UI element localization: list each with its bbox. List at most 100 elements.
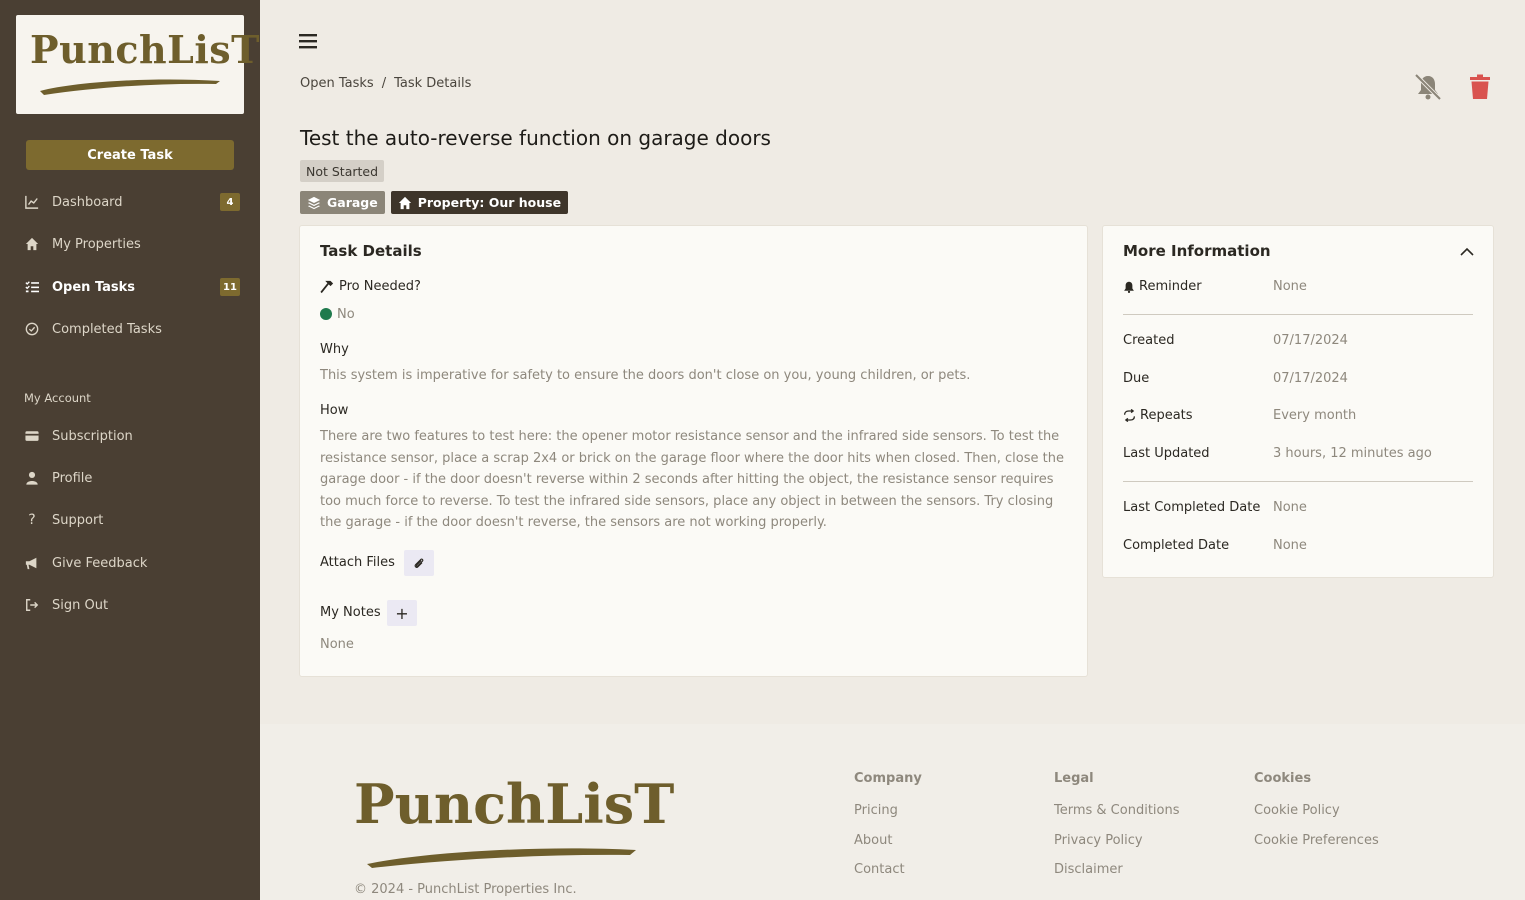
task-actions [1413, 72, 1495, 102]
circle-check-icon [24, 321, 40, 337]
home-icon [24, 236, 40, 252]
footer-column-legal: Legal Terms & Conditions Privacy Policy … [1054, 771, 1180, 892]
sign-out-icon [24, 597, 40, 613]
more-information-card: More Information Reminder None Created 0… [1103, 226, 1493, 577]
sidebar-item-label: Support [52, 512, 104, 528]
property-tag-label: Property: Our house [417, 195, 562, 210]
sidebar-item-open-tasks[interactable]: Open Tasks 11 [24, 275, 244, 299]
divider [1123, 481, 1473, 482]
sidebar-item-label: Give Feedback [52, 555, 148, 571]
card-title: More Information [1123, 242, 1271, 260]
task-tags: Garage Property: Our house [300, 191, 569, 214]
sidebar-item-my-properties[interactable]: My Properties [24, 232, 244, 256]
footer-heading: Legal [1054, 771, 1094, 786]
copyright: © 2024 - PunchList Properties Inc. [354, 882, 577, 897]
count-badge: 4 [220, 193, 240, 211]
bell-slash-icon[interactable] [1413, 72, 1443, 102]
sidebar-item-support[interactable]: ? Support [24, 508, 244, 532]
add-note-button[interactable]: + [387, 600, 417, 626]
page-title: Test the auto-reverse function on garage… [300, 126, 771, 150]
breadcrumb-separator: / [381, 76, 387, 91]
pro-needed-label: Pro Needed? [320, 279, 421, 294]
my-notes-label: My Notes [320, 605, 381, 620]
attach-files-label: Attach Files [320, 555, 395, 570]
footer-link-cookie-preferences[interactable]: Cookie Preferences [1254, 833, 1379, 863]
how-label: How [320, 403, 349, 418]
status-dot-icon [320, 308, 332, 320]
last-completed-label: Last Completed Date [1123, 500, 1261, 515]
trash-icon[interactable] [1465, 72, 1495, 102]
bell-icon [1124, 281, 1134, 293]
property-tag[interactable]: Property: Our house [390, 191, 569, 214]
reminder-value: None [1273, 279, 1307, 294]
paperclip-icon [414, 557, 424, 568]
repeat-icon [1123, 409, 1136, 422]
notes-value: None [320, 637, 354, 652]
count-badge: 11 [220, 278, 240, 296]
completed-date-value: None [1273, 538, 1307, 553]
pro-needed-value: No [320, 304, 355, 326]
sidebar-item-label: Sign Out [52, 597, 109, 613]
breadcrumb-open-tasks[interactable]: Open Tasks [300, 76, 374, 91]
sidebar-item-label: Subscription [52, 428, 133, 444]
footer-link-pricing[interactable]: Pricing [854, 803, 922, 833]
brush-stroke-icon [367, 848, 636, 868]
hamburger-menu-icon[interactable] [298, 30, 320, 52]
last-updated-value: 3 hours, 12 minutes ago [1273, 446, 1432, 461]
sidebar-item-label: Dashboard [52, 194, 123, 210]
divider [1123, 314, 1473, 315]
footer-link-about[interactable]: About [854, 833, 922, 863]
footer-link-terms[interactable]: Terms & Conditions [1054, 803, 1180, 833]
last-updated-label: Last Updated [1123, 446, 1210, 461]
footer-heading: Company [854, 771, 922, 786]
last-completed-value: None [1273, 500, 1307, 515]
reminder-label: Reminder [1123, 279, 1202, 294]
footer: PunchLisT © 2024 - PunchList Properties … [260, 724, 1525, 900]
repeats-value: Every month [1273, 408, 1357, 423]
card-title: Task Details [320, 242, 422, 260]
logo[interactable]: PunchLisT [16, 15, 259, 114]
footer-column-cookies: Cookies Cookie Policy Cookie Preferences [1254, 771, 1379, 862]
footer-column-company: Company Pricing About Contact [854, 771, 922, 892]
sidebar-item-sign-out[interactable]: Sign Out [24, 593, 244, 617]
why-label: Why [320, 342, 349, 357]
sidebar: PunchLisT Create Task Dashboard 4 My Pro… [0, 0, 260, 900]
user-icon [24, 470, 40, 486]
footer-heading: Cookies [1254, 771, 1312, 786]
sidebar-item-give-feedback[interactable]: Give Feedback [24, 551, 244, 575]
sidebar-item-label: Completed Tasks [52, 321, 162, 337]
sidebar-item-completed-tasks[interactable]: Completed Tasks [24, 317, 244, 341]
category-tag[interactable]: Garage [300, 191, 385, 214]
attach-file-button[interactable] [404, 550, 434, 576]
sidebar-item-dashboard[interactable]: Dashboard 4 [24, 190, 244, 214]
logo-text: PunchLisT [30, 27, 260, 72]
how-text: There are two features to test here: the… [320, 429, 1064, 530]
sidebar-item-profile[interactable]: Profile [24, 466, 244, 490]
footer-logo-text: PunchLisT [354, 772, 675, 836]
task-details-card: Task Details Pro Needed? No Why This sys… [300, 226, 1087, 676]
footer-link-disclaimer[interactable]: Disclaimer [1054, 862, 1180, 892]
sidebar-item-subscription[interactable]: Subscription [24, 424, 244, 448]
status-badge: Not Started [300, 160, 385, 182]
home-icon [398, 196, 411, 209]
why-text: This system is imperative for safety to … [320, 368, 971, 383]
create-task-button[interactable]: Create Task [26, 140, 234, 170]
sidebar-item-label: Open Tasks [52, 279, 136, 295]
list-check-icon [24, 279, 40, 295]
credit-card-icon [24, 428, 40, 444]
layers-icon [307, 196, 321, 209]
brush-stroke-icon [40, 79, 220, 95]
my-account-heading: My Account [24, 391, 91, 405]
chart-line-icon [24, 194, 40, 210]
created-value: 07/17/2024 [1273, 333, 1348, 348]
created-label: Created [1123, 333, 1175, 348]
sidebar-item-label: Profile [52, 470, 93, 486]
repeats-label: Repeats [1123, 408, 1193, 423]
question-icon: ? [28, 512, 36, 528]
chevron-up-icon[interactable] [1459, 244, 1475, 260]
footer-link-contact[interactable]: Contact [854, 862, 922, 892]
footer-link-cookie-policy[interactable]: Cookie Policy [1254, 803, 1379, 833]
megaphone-icon [24, 555, 40, 571]
footer-link-privacy[interactable]: Privacy Policy [1054, 833, 1180, 863]
sidebar-item-label: My Properties [52, 236, 141, 252]
